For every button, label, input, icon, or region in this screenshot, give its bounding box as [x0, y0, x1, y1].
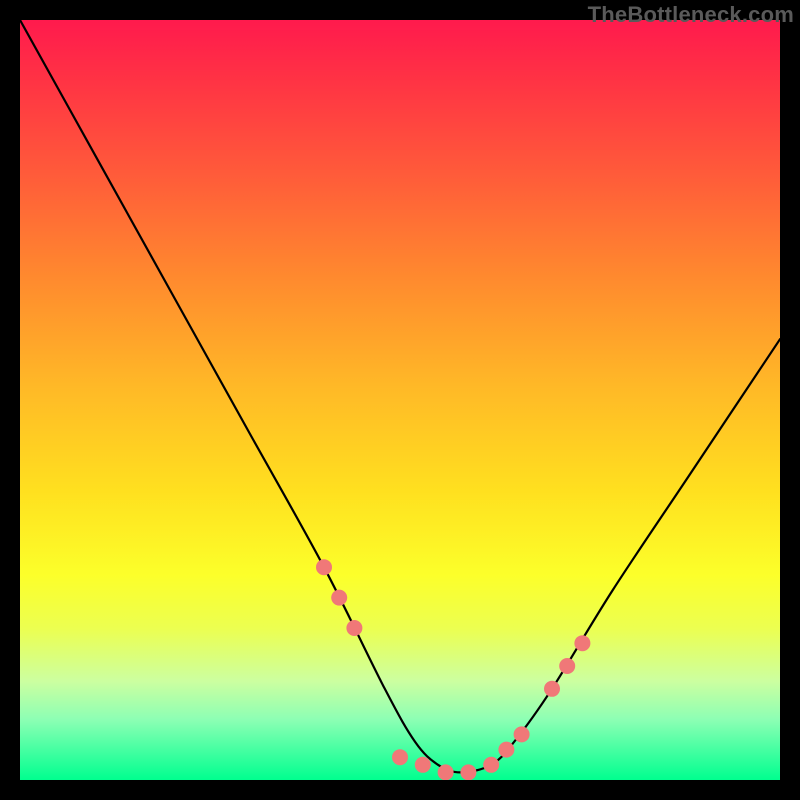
highlight-dot: [415, 757, 431, 773]
watermark-text: TheBottleneck.com: [588, 2, 794, 28]
chart-svg: [20, 20, 780, 780]
highlight-dot: [514, 726, 530, 742]
highlight-dot: [346, 620, 362, 636]
highlight-dot: [574, 635, 590, 651]
chart-frame: TheBottleneck.com: [0, 0, 800, 800]
highlight-dot: [438, 764, 454, 780]
highlight-dot: [483, 757, 499, 773]
highlight-dot: [460, 764, 476, 780]
highlight-dot: [316, 559, 332, 575]
highlight-dot: [498, 742, 514, 758]
highlight-dot: [392, 749, 408, 765]
bottleneck-curve: [20, 20, 780, 772]
highlight-dots: [316, 559, 590, 780]
highlight-dot: [559, 658, 575, 674]
highlight-dot: [544, 681, 560, 697]
highlight-dot: [331, 590, 347, 606]
plot-area: [20, 20, 780, 780]
